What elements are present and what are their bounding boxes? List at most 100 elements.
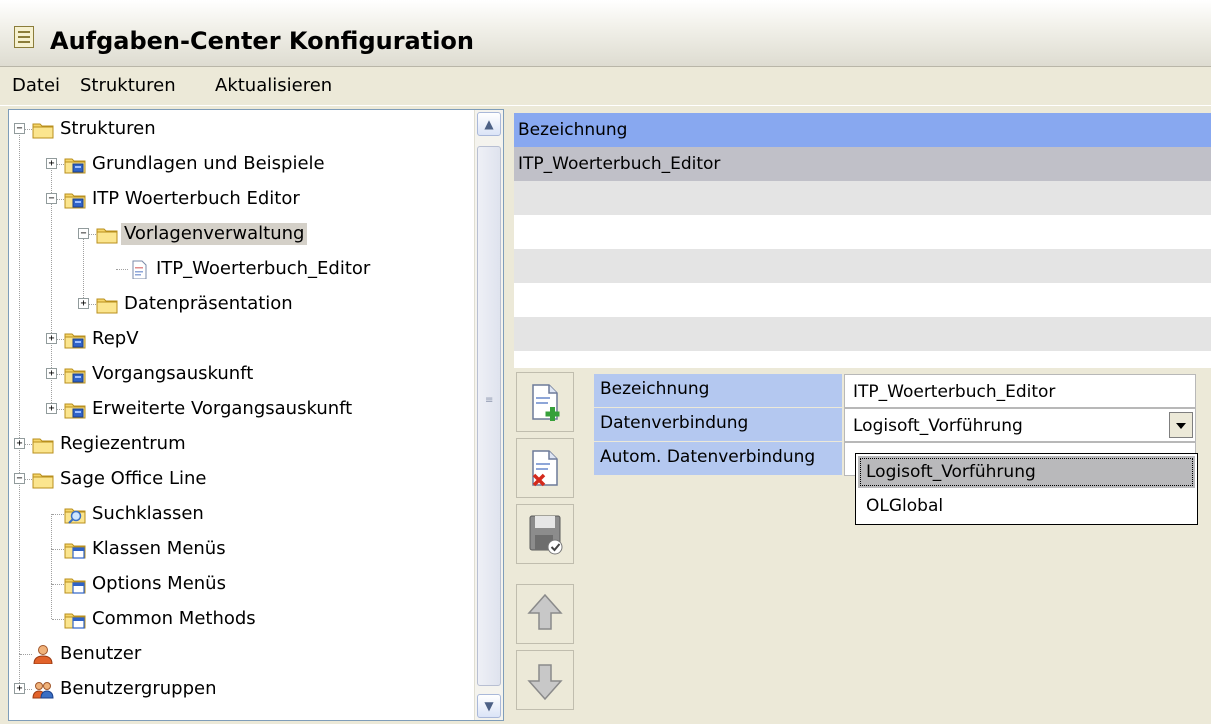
table-row[interactable] bbox=[514, 215, 1211, 249]
shared-folder-icon bbox=[64, 154, 86, 174]
document-icon bbox=[128, 259, 150, 280]
expand-icon[interactable]: + bbox=[78, 298, 89, 309]
arrow-up-icon bbox=[527, 593, 563, 630]
expand-icon[interactable]: + bbox=[46, 368, 57, 379]
save-button[interactable] bbox=[516, 504, 574, 564]
notepad-icon bbox=[14, 26, 34, 48]
tree-guide-horizontal bbox=[52, 619, 64, 620]
tree-node-label: Options Menüs bbox=[92, 573, 226, 594]
search-folder-icon bbox=[64, 504, 86, 524]
dropdown-option-olglobal[interactable]: OLGlobal bbox=[858, 490, 1195, 522]
user-group-icon bbox=[32, 679, 54, 699]
dropdown-button[interactable] bbox=[1169, 412, 1193, 438]
delete-button[interactable] bbox=[516, 438, 574, 498]
table-row[interactable] bbox=[514, 283, 1211, 317]
grip-icon: ≡ bbox=[485, 395, 494, 406]
prop-label-bezeichnung: Bezeichnung bbox=[594, 374, 842, 408]
expand-icon[interactable]: + bbox=[46, 403, 57, 414]
menu-folder-icon bbox=[64, 574, 86, 594]
user-icon bbox=[32, 644, 54, 665]
save-icon bbox=[529, 515, 563, 555]
chevron-down-icon bbox=[1176, 423, 1186, 429]
detail-panel: Bezeichnung ITP_Woerterbuch_Editor Daten… bbox=[514, 368, 1211, 724]
tree-guide-vertical bbox=[19, 479, 20, 654]
bezeichnung-field[interactable]: ITP_Woerterbuch_Editor bbox=[844, 374, 1196, 408]
dropdown-option-logisoft[interactable]: Logisoft_Vorführung bbox=[858, 456, 1195, 488]
collapse-icon[interactable]: − bbox=[14, 473, 25, 484]
move-down-button[interactable] bbox=[516, 650, 574, 710]
shared-folder-icon bbox=[64, 399, 86, 419]
tree-node-label: Sage Office Line bbox=[60, 468, 207, 489]
tree-node-label: Grundlagen und Beispiele bbox=[92, 153, 325, 174]
structure-tree[interactable]: − Strukturen + Grundlagen und Beispiele − ITP… bbox=[8, 109, 504, 721]
tree-node-label: Klassen Menüs bbox=[92, 538, 226, 559]
collapse-icon[interactable]: − bbox=[14, 123, 25, 134]
tree-node-label: Benutzer bbox=[60, 643, 142, 664]
tree-node-label: Vorgangsauskunft bbox=[92, 363, 254, 384]
add-button[interactable] bbox=[516, 372, 574, 432]
expand-icon[interactable]: + bbox=[14, 438, 25, 449]
menu-datei[interactable]: Datei bbox=[12, 75, 60, 97]
prop-label-autom: Autom. Datenverbindung bbox=[594, 442, 842, 476]
tree-node-label: Common Methods bbox=[92, 608, 256, 629]
tree-guide-vertical bbox=[83, 234, 84, 304]
title-bar[interactable]: Aufgaben-Center Konfiguration bbox=[0, 0, 1211, 67]
menu-bar: Datei Strukturen Aktualisieren bbox=[0, 67, 1211, 106]
table-row[interactable] bbox=[514, 317, 1211, 351]
folder-icon bbox=[32, 119, 54, 139]
expand-icon[interactable]: + bbox=[46, 333, 57, 344]
tree-guide-vertical bbox=[51, 584, 52, 619]
menu-folder-icon bbox=[64, 539, 86, 559]
arrow-down-icon bbox=[527, 664, 563, 701]
menu-strukturen[interactable]: Strukturen bbox=[80, 75, 176, 97]
grid-header[interactable]: Bezeichnung bbox=[514, 113, 1211, 147]
structure-grid: Bezeichnung ITP_Woerterbuch_Editor bbox=[514, 113, 1211, 385]
tree-guide-horizontal bbox=[52, 514, 64, 515]
table-row[interactable]: ITP_Woerterbuch_Editor bbox=[514, 147, 1211, 181]
datenverbindung-dropdown-list: Logisoft_Vorführung OLGlobal bbox=[855, 453, 1198, 525]
tree-guide-horizontal bbox=[116, 269, 128, 270]
shared-folder-icon bbox=[64, 329, 86, 349]
tree-guide-horizontal bbox=[20, 654, 32, 655]
prop-row-bezeichnung: Bezeichnung ITP_Woerterbuch_Editor bbox=[594, 374, 1196, 408]
tree-guide-horizontal bbox=[52, 549, 64, 550]
tree-guide-vertical bbox=[51, 199, 52, 339]
table-row[interactable] bbox=[514, 181, 1211, 215]
datenverbindung-value: Logisoft_Vorführung bbox=[853, 416, 1023, 436]
tree-node-label: Strukturen bbox=[60, 118, 156, 139]
scroll-down-button[interactable]: ▼ bbox=[477, 694, 501, 718]
shared-folder-icon bbox=[64, 364, 86, 384]
folder-icon bbox=[96, 224, 118, 244]
shared-folder-icon bbox=[64, 189, 86, 209]
tree-node-label: Datenpräsentation bbox=[124, 293, 293, 314]
tree-node-label: Regiezentrum bbox=[60, 433, 186, 454]
table-row[interactable] bbox=[514, 249, 1211, 283]
tree-node-label: ITP_Woerterbuch_Editor bbox=[156, 258, 371, 279]
folder-icon bbox=[32, 469, 54, 489]
tree-node-label: Suchklassen bbox=[92, 503, 204, 524]
scroll-thumb[interactable]: ≡ bbox=[477, 146, 501, 686]
expand-icon[interactable]: + bbox=[14, 683, 25, 694]
prop-label-datenverbindung: Datenverbindung bbox=[594, 408, 842, 442]
tree-guide-vertical bbox=[19, 129, 20, 444]
expand-icon[interactable]: + bbox=[46, 158, 57, 169]
prop-row-datenverbindung: Datenverbindung Logisoft_Vorführung bbox=[594, 408, 1196, 442]
tree-node-label: Benutzergruppen bbox=[60, 678, 217, 699]
menu-folder-icon bbox=[64, 609, 86, 629]
collapse-icon[interactable]: − bbox=[78, 228, 89, 239]
add-document-icon bbox=[532, 384, 560, 421]
tree-node-label: Vorlagenverwaltung bbox=[121, 223, 308, 245]
tree-scrollbar[interactable]: ▲ ≡ ▼ bbox=[474, 110, 503, 720]
move-up-button[interactable] bbox=[516, 584, 574, 644]
folder-icon bbox=[32, 434, 54, 454]
tree-node-label: Erweiterte Vorgangsauskunft bbox=[92, 398, 353, 419]
folder-icon bbox=[96, 294, 118, 314]
scroll-up-button[interactable]: ▲ bbox=[477, 112, 501, 136]
datenverbindung-select[interactable]: Logisoft_Vorführung bbox=[844, 408, 1196, 442]
tree-node-label: ITP Woerterbuch Editor bbox=[92, 188, 300, 209]
delete-document-icon bbox=[532, 450, 558, 487]
tree-guide-vertical bbox=[51, 549, 52, 584]
menu-aktualisieren[interactable]: Aktualisieren bbox=[215, 75, 332, 97]
collapse-icon[interactable]: − bbox=[46, 193, 57, 204]
window-title: Aufgaben-Center Konfiguration bbox=[50, 27, 475, 55]
